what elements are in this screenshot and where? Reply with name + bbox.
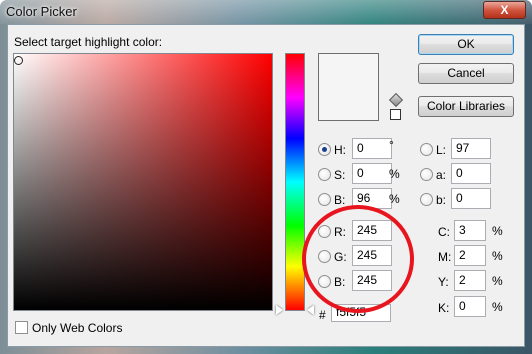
a-label: a: <box>436 168 447 182</box>
lab-b-radio[interactable] <box>420 193 433 206</box>
ok-button[interactable]: OK <box>418 34 514 55</box>
close-icon: X <box>500 3 509 17</box>
red-annotation-circle <box>302 205 414 313</box>
a-field[interactable]: 0 <box>451 163 491 184</box>
s-radio[interactable] <box>318 168 331 181</box>
s-label: S: <box>334 168 346 182</box>
y-field[interactable]: 2 <box>454 270 486 291</box>
cancel-button[interactable]: Cancel <box>418 63 514 84</box>
y-label: Y: <box>438 275 449 289</box>
k-unit: % <box>492 300 503 314</box>
c-unit: % <box>492 224 503 238</box>
only-web-colors-label: Only Web Colors <box>32 321 123 335</box>
l-radio[interactable] <box>420 143 433 156</box>
web-safe-square-icon[interactable] <box>390 109 401 120</box>
s-field[interactable]: 0 <box>352 163 392 184</box>
window-title: Color Picker <box>6 4 77 19</box>
color-libraries-button[interactable]: Color Libraries <box>418 96 514 117</box>
s-unit: % <box>389 167 400 181</box>
color-field[interactable] <box>13 53 273 311</box>
close-button[interactable]: X <box>483 1 526 19</box>
h-radio[interactable] <box>318 143 331 156</box>
m-label: M: <box>438 250 452 264</box>
h-unit: ° <box>389 138 394 152</box>
color-field-cursor[interactable] <box>14 56 23 65</box>
title-bar[interactable]: Color Picker X <box>0 0 532 24</box>
y-unit: % <box>492 274 503 288</box>
color-preview-swatch <box>318 53 379 121</box>
k-label: K: <box>438 301 450 315</box>
hue-slider-left-arrow[interactable] <box>276 305 283 315</box>
h-label: H: <box>334 143 346 157</box>
k-field[interactable]: 0 <box>454 296 486 317</box>
a-radio[interactable] <box>420 168 433 181</box>
c-label: C: <box>438 225 450 239</box>
out-of-gamut-cube-icon[interactable] <box>388 92 404 108</box>
dialog-body: Select target highlight color: OK Cancel… <box>7 24 525 347</box>
lab-b-label: b: <box>436 193 447 207</box>
l-field[interactable]: 97 <box>451 138 491 159</box>
m-unit: % <box>492 249 503 263</box>
l-label: L: <box>436 143 447 157</box>
color-picker-window: Color Picker X Select target highlight c… <box>0 0 532 354</box>
c-field[interactable]: 3 <box>454 220 486 241</box>
only-web-colors-checkbox[interactable] <box>15 321 28 334</box>
m-field[interactable]: 2 <box>454 245 486 266</box>
lab-b-field[interactable]: 0 <box>451 188 491 209</box>
h-field[interactable]: 0 <box>352 138 392 159</box>
picker-heading: Select target highlight color: <box>14 35 163 49</box>
